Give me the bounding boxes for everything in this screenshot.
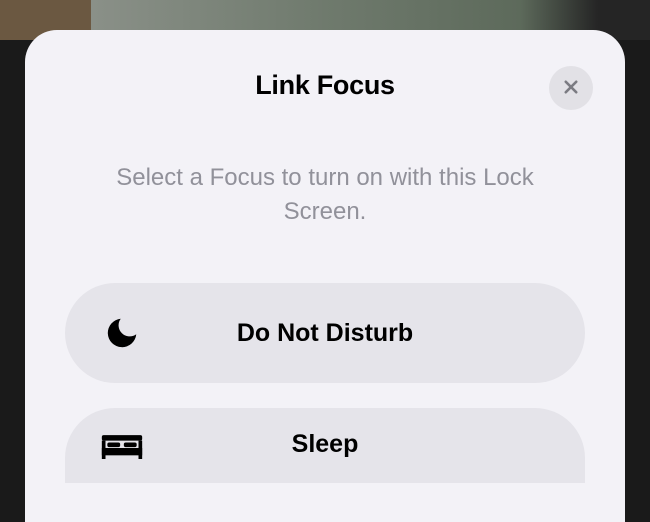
close-icon [562, 78, 580, 99]
close-button[interactable] [549, 66, 593, 110]
sheet-subtitle: Select a Focus to turn on with this Lock… [65, 161, 585, 228]
link-focus-sheet: Link Focus Select a Focus to turn on wit… [25, 30, 625, 522]
focus-option-label: Do Not Disturb [144, 319, 550, 348]
focus-option-do-not-disturb[interactable]: Do Not Disturb [65, 283, 585, 383]
sheet-title: Link Focus [255, 70, 395, 101]
focus-option-sleep[interactable]: Sleep [65, 408, 585, 483]
bed-icon [100, 426, 144, 470]
focus-option-label: Sleep [144, 426, 550, 459]
moon-icon [100, 311, 144, 355]
sheet-header: Link Focus [65, 70, 585, 101]
